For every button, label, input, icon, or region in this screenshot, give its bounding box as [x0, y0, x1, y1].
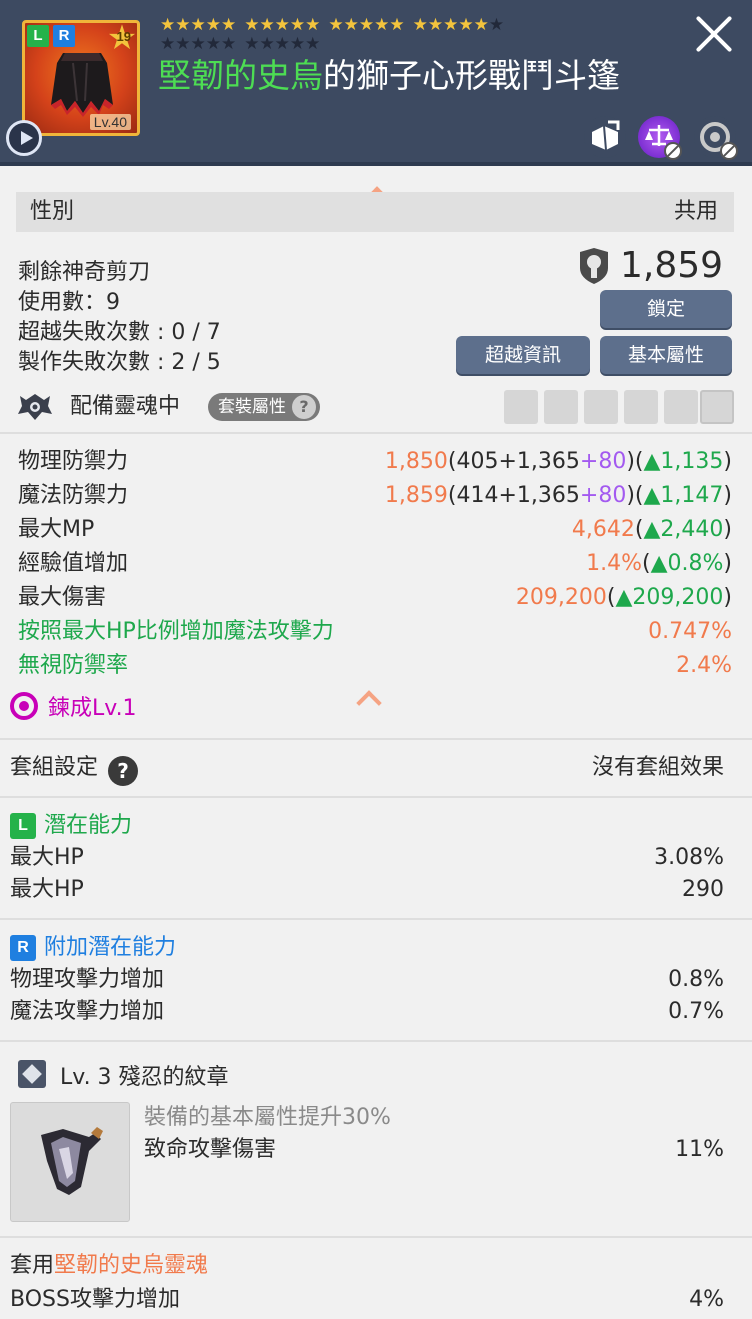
star-force-count: 19 — [116, 29, 131, 44]
divider — [0, 432, 752, 434]
legendary-tag: L — [10, 813, 36, 839]
potential-line: 最大HP — [10, 845, 84, 870]
rare-additional-potential-tag: R — [53, 25, 75, 47]
refine-label: 鍊成Lv.1 — [48, 696, 137, 721]
gender-row: 性別 共用 — [16, 192, 734, 232]
transcend-info-button[interactable]: 超越資訊 — [456, 336, 590, 374]
share-icon[interactable] — [584, 116, 626, 158]
set-config-title: 套組設定? — [10, 752, 139, 786]
potential-title: L 潛在能力 — [10, 810, 132, 842]
set-config-label: 套組設定 — [10, 755, 99, 780]
soul-apply-title: 套用堅韌的史烏靈魂 — [10, 1253, 209, 1278]
additional-potential-value: 0.8% — [668, 967, 724, 992]
gender-label: 性別 — [30, 199, 75, 224]
disabled-badge-icon — [664, 142, 682, 160]
scissors-count: 使用數：9 — [18, 290, 120, 315]
emblem-description: 裝備的基本屬性提升30% — [144, 1105, 391, 1130]
scissors-label: 剩餘神奇剪刀 — [18, 260, 151, 285]
soul-icon — [18, 394, 52, 420]
stat-value: 1,850(405+1,365+80)(▲1,135) — [384, 449, 732, 474]
disabled-badge-icon — [720, 142, 738, 160]
set-attributes-label: 套裝屬性 — [218, 397, 286, 417]
divider — [0, 918, 752, 920]
cape-icon — [51, 53, 113, 117]
stat-name: 最大MP — [18, 517, 95, 542]
stat-name: 魔法防禦力 — [18, 483, 129, 508]
stat-name: 經驗值增加 — [18, 551, 129, 576]
close-button[interactable] — [692, 12, 736, 56]
set-attributes-chip[interactable]: 套裝屬性? — [208, 393, 320, 421]
soul-name: 堅韌的史烏靈魂 — [54, 1253, 209, 1278]
emblem-value: 11% — [675, 1137, 724, 1162]
soul-equipped-label: 配備靈魂中 — [70, 394, 181, 419]
emblem-type-icon — [18, 1060, 46, 1088]
star-force-stars: ★★★★★ ★★★★★ ★★★★★ ★★★★★★ — [160, 15, 505, 35]
potential-line: 最大HP — [10, 877, 84, 902]
legendary-potential-tag: L — [27, 25, 49, 47]
divider — [0, 796, 752, 798]
transfer-icon[interactable] — [694, 116, 738, 160]
set-config-value: 沒有套組效果 — [591, 755, 724, 780]
emblem-slot-icon — [700, 390, 734, 424]
refine-icon — [10, 692, 38, 720]
stat-value: 4,642(▲2,440) — [571, 517, 732, 542]
item-name: 的獅子心形戰鬥斗篷 — [323, 56, 620, 95]
emblem-title: Lv. 3 殘忍的紋章 — [18, 1060, 229, 1094]
additional-potential-value: 0.7% — [668, 999, 724, 1024]
potential-value: 290 — [682, 877, 724, 902]
item-owner-name: 堅韌的史烏 — [158, 56, 323, 95]
emblem-stat: 致命攻擊傷害 — [144, 1137, 277, 1162]
collapse-arrow-icon[interactable] — [354, 690, 382, 706]
divider — [0, 738, 752, 740]
hat-slot-icon — [544, 390, 578, 424]
soul-stat-value: 4% — [689, 1287, 724, 1312]
additional-potential-line: 物理攻擊力增加 — [10, 967, 165, 992]
stat-name: 物理防禦力 — [18, 449, 129, 474]
stat-value: 1.4%(▲0.8%) — [586, 551, 732, 576]
bonus-stat-value: 0.747% — [648, 619, 732, 644]
item-detail-panel: 性別 共用 剩餘神奇剪刀 使用數：9 超越失敗次數 : 0 / 7 製作失敗次數… — [0, 166, 752, 1319]
emblem-image — [10, 1102, 130, 1222]
additional-potential-line: 魔法攻擊力增加 — [10, 999, 165, 1024]
cape-slot-icon — [664, 390, 698, 424]
glove-slot-icon — [584, 390, 618, 424]
transcend-fail-count: 超越失敗次數 : 0 / 7 — [18, 320, 221, 345]
soul-stat-name: BOSS攻擊力增加 — [10, 1287, 180, 1312]
item-header: L R ★ 19 Lv.40 ★★★★★ ★★★★★ ★★★★★ ★★★★★★ ★★★… — [0, 0, 752, 166]
rare-tag: R — [10, 935, 36, 961]
divider — [0, 1236, 752, 1238]
divider — [0, 1040, 752, 1042]
power-value: 1,859 — [620, 245, 724, 286]
gender-value: 共用 — [673, 199, 718, 224]
help-icon[interactable]: ? — [108, 756, 139, 786]
item-level: Lv.40 — [89, 114, 131, 130]
stat-value: 209,200(▲209,200) — [515, 585, 732, 610]
additional-potential-title: R 附加潛在能力 — [10, 932, 176, 964]
bonus-stat-name: 無視防禦率 — [18, 653, 129, 678]
emblem-icon — [41, 1127, 103, 1195]
star-force-stars-empty: ★★★★★ ★★★★★ — [160, 34, 321, 54]
help-icon[interactable]: ? — [292, 395, 316, 419]
bonus-stat-value: 2.4% — [676, 653, 732, 678]
stat-name: 最大傷害 — [18, 585, 107, 610]
craft-fail-count: 製作失敗次數 : 2 / 5 — [18, 350, 221, 375]
bonus-stat-name: 按照最大HP比例增加魔法攻擊力 — [18, 619, 334, 644]
weapon-slot-icon — [504, 390, 538, 424]
stat-value: 1,859(414+1,365+80)(▲1,147) — [384, 483, 732, 508]
play-button[interactable] — [6, 120, 42, 156]
base-stats-button[interactable]: 基本屬性 — [600, 336, 732, 374]
power-shield-icon — [580, 248, 608, 284]
belt-slot-icon — [624, 390, 658, 424]
lock-button[interactable]: 鎖定 — [600, 290, 732, 328]
refine-level: 鍊成Lv.1 — [10, 692, 137, 724]
compare-scale-icon[interactable] — [638, 116, 682, 160]
item-icon-frame: L R ★ 19 Lv.40 — [22, 20, 140, 136]
item-title: 堅韌的史烏的獅子心形戰鬥斗篷 — [158, 56, 620, 96]
potential-value: 3.08% — [654, 845, 724, 870]
